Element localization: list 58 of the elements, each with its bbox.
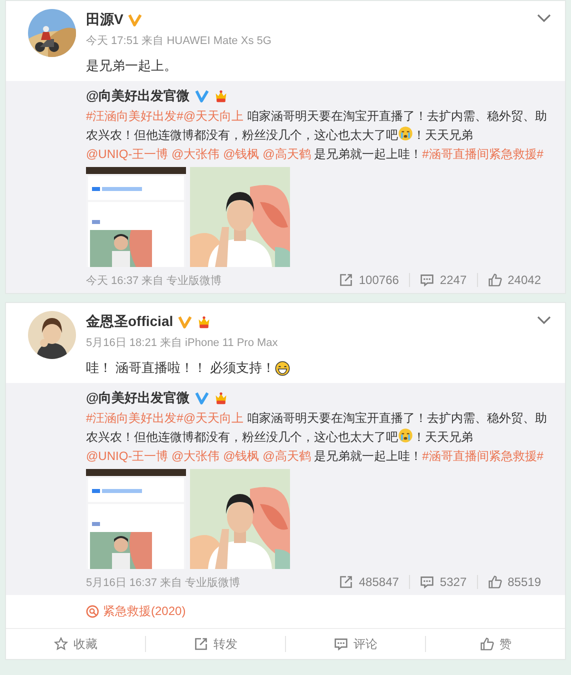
thumbs-up-icon [488,575,502,589]
crying-emoji-icon [398,428,413,443]
avatar[interactable] [28,9,76,57]
text-link[interactable]: @天天向上 [183,109,244,123]
mention-link[interactable]: @钱枫 [223,449,260,463]
chevron-down-icon[interactable] [537,13,551,23]
avatar[interactable] [28,311,76,359]
post-meta: 今天 16:37 来自 专业版微博 [86,274,223,288]
repost-icon [338,273,353,287]
thumbs-up-icon [488,273,502,287]
user-name[interactable]: 金恩圣official [86,313,174,331]
post-text: 哇！ 涵哥直播啦！！ 必须支持！ [86,359,565,377]
text-link[interactable]: @天天向上 [183,411,244,425]
repost-icon [338,575,353,589]
text-link[interactable]: #汪涵向美好出发# [86,411,184,425]
mention-link[interactable]: @UNIQ-王一博 [86,147,168,161]
post-text: #汪涵向美好出发#@天天向上 咱家涵哥明天要在淘宝开直播了！去扩内需、稳外贸、助农兴农！但他连微博都没有，粉丝没几个，这心也太大了吧 ！天天兄弟 @UNIQ-王一博 @大张伟 @钱枫 @高天鹤 是兄弟就一起上哇！#涵哥直播间紧急救援# [86,108,548,163]
grinning-emoji-icon [275,360,290,376]
user-name[interactable]: @向美好出发官微 [86,389,190,407]
user-name[interactable]: 田源V [86,11,124,29]
favorite-button[interactable]: 收藏 [6,629,145,659]
topic-icon [86,605,99,618]
text-link[interactable]: #汪涵向美好出发# [86,109,184,123]
topic-link[interactable]: 紧急救援(2020) [103,603,186,620]
post-meta: 5月16日 16:37 来自 专业版微博 [86,576,242,590]
text-link[interactable]: #涵哥直播间紧急救援# [422,449,544,463]
chevron-down-icon[interactable] [537,315,551,325]
crown-icon [214,89,228,103]
mention-link[interactable]: @UNIQ-王一博 [86,449,168,463]
post-meta: 5月16日 18:21 来自 iPhone 11 Pro Max [86,336,279,350]
mention-link[interactable]: @大张伟 [172,449,220,463]
comment-button[interactable]: 评论 [286,629,425,659]
repost-icon [194,637,208,651]
repost-count[interactable]: 485847 [328,575,409,589]
star-icon [54,637,68,651]
comment-icon [420,575,434,589]
like-button[interactable]: 赞 [426,629,565,659]
comment-count[interactable]: 5327 [408,575,477,589]
repost-button[interactable]: 转发 [146,629,285,659]
user-name[interactable]: @向美好出发官微 [86,87,190,105]
crown-icon [197,315,212,329]
comment-count[interactable]: 2247 [408,273,477,287]
mention-link[interactable]: @高天鹤 [262,147,311,161]
like-count[interactable]: 24042 [476,273,551,287]
mention-link[interactable]: @高天鹤 [262,449,311,463]
thumbs-up-icon [480,637,494,651]
like-count[interactable]: 85519 [476,575,551,589]
mention-link[interactable]: @钱枫 [223,147,260,161]
post-meta: 今天 17:51 来自 HUAWEI Mate Xs 5G [86,34,272,48]
mention-link[interactable]: @大张伟 [172,147,220,161]
text-link[interactable]: #涵哥直播间紧急救援# [422,147,544,161]
post-text: 是兄弟一起上。 [86,57,178,75]
post-text: #汪涵向美好出发#@天天向上 咱家涵哥明天要在淘宝开直播了！去扩内需、稳外贸、助农兴农！但他连微博都没有，粉丝没几个，这心也太大了吧 ！天天兄弟 @UNIQ-王一博 @大张伟 @钱枫 @高天鹤 是兄弟就一起上哇！#涵哥直播间紧急救援# [86,410,548,465]
crying-emoji-icon [398,126,413,141]
repost-count[interactable]: 100766 [328,273,409,287]
crown-icon [214,391,228,405]
comment-icon [334,637,348,651]
comment-icon [420,273,434,287]
